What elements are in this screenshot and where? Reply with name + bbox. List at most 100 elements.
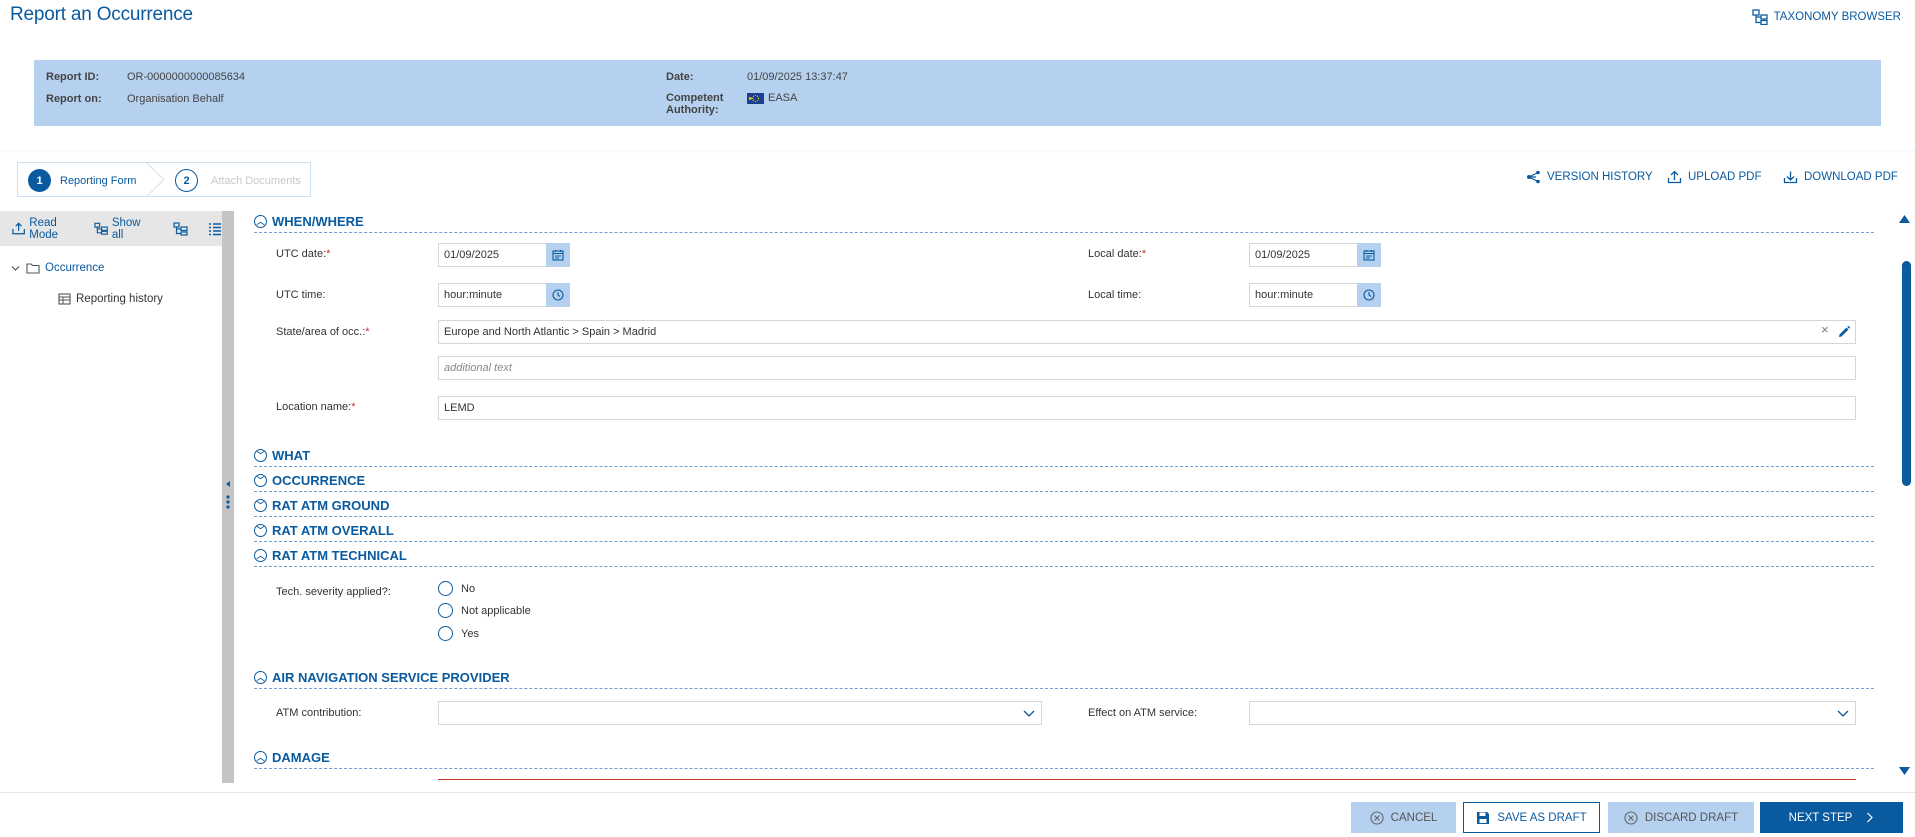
effect-atm-select[interactable] (1249, 701, 1856, 725)
chevron-down-icon: ﹀ (254, 499, 267, 512)
save-as-draft-button[interactable]: SAVE AS DRAFT (1463, 802, 1600, 833)
section-damage[interactable]: ︿ DAMAGE (254, 747, 1874, 769)
list-view-button[interactable] (208, 222, 222, 236)
chevron-up-icon: ︿ (254, 215, 267, 228)
tree-expand-button[interactable] (173, 221, 188, 236)
tree-view-icon (173, 221, 188, 236)
effect-atm-label: Effect on ATM service: (1088, 707, 1198, 719)
chevron-down-icon (1837, 710, 1849, 717)
version-history-icon (1527, 170, 1540, 184)
report-id-label: Report ID: (46, 71, 100, 83)
edit-pencil-icon[interactable] (1837, 325, 1851, 339)
additional-text-input[interactable]: additional text (438, 356, 1856, 380)
clock-icon (552, 289, 564, 301)
download-pdf-label: DOWNLOAD PDF (1804, 171, 1898, 183)
utc-time-input[interactable]: hour:minute (438, 283, 547, 307)
step-reporting-form[interactable]: 1 Reporting Form (28, 169, 136, 192)
atm-contribution-label: ATM contribution: (276, 707, 362, 719)
date-label: Date: (666, 71, 694, 83)
download-pdf-button[interactable]: DOWNLOAD PDF (1783, 170, 1898, 184)
cancel-circle-icon (1370, 810, 1384, 825)
page-title: Report an Occurrence (10, 4, 193, 25)
state-area-input[interactable]: Europe and North Atlantic > Spain > Madr… (438, 320, 1856, 344)
chevron-down-icon: ﹀ (254, 449, 267, 462)
next-step-button[interactable]: NEXT STEP (1760, 802, 1903, 833)
upload-icon (1667, 170, 1682, 184)
clock-icon (1363, 289, 1375, 301)
clear-icon[interactable]: × (1821, 322, 1829, 337)
show-all-button[interactable]: Show all (94, 217, 153, 241)
taxonomy-browser-button[interactable]: TAXONOMY BROWSER (1751, 9, 1901, 25)
state-area-label: State/area of occ.:* (276, 326, 370, 338)
table-icon (58, 293, 71, 305)
damage-field-partial[interactable] (438, 779, 1856, 783)
list-view-icon (209, 222, 221, 235)
taxonomy-tree-icon (1751, 9, 1768, 25)
authority-label: Competent Authority: (666, 92, 724, 116)
radio-no[interactable]: No (438, 581, 475, 596)
section-occurrence[interactable]: ﹀ OCCURRENCE (254, 470, 1874, 492)
wizard-stepper: 1 Reporting Form 2 Attach Documents (17, 162, 311, 197)
calendar-icon (1363, 250, 1375, 261)
version-history-label: VERSION HISTORY (1547, 171, 1653, 183)
section-ansp[interactable]: ︿ AIR NAVIGATION SERVICE PROVIDER (254, 667, 1874, 689)
utc-time-picker-button[interactable] (546, 283, 570, 307)
utc-date-input[interactable]: 01/09/2025 (438, 243, 547, 267)
chevron-down-icon: ﹀ (254, 474, 267, 487)
radio-circle[interactable] (438, 603, 453, 618)
report-id-value: OR-0000000000085634 (127, 71, 246, 83)
step1-number: 1 (28, 169, 51, 192)
radio-circle[interactable] (438, 626, 453, 641)
local-time-label: Local time: (1088, 289, 1142, 301)
tree-item-reporting-history[interactable]: Reporting history (58, 293, 163, 305)
scroll-up-icon[interactable] (1899, 215, 1910, 223)
form-scrollbar[interactable] (1895, 211, 1913, 783)
chevron-up-icon: ︿ (254, 751, 267, 764)
chevron-down-icon (1023, 710, 1035, 717)
radio-circle[interactable] (438, 581, 453, 596)
version-history-button[interactable]: VERSION HISTORY (1526, 170, 1653, 184)
scroll-down-icon[interactable] (1899, 767, 1910, 775)
radio-yes[interactable]: Yes (438, 626, 479, 641)
local-date-picker-button[interactable] (1357, 243, 1381, 267)
local-time-picker-button[interactable] (1357, 283, 1381, 307)
location-name-input[interactable]: LEMD (438, 396, 1856, 420)
save-floppy-icon (1477, 811, 1490, 824)
report-on-label: Report on: (46, 93, 102, 105)
folder-icon (26, 263, 40, 274)
section-rat-atm-overall[interactable]: ﹀ RAT ATM OVERALL (254, 520, 1874, 542)
taxonomy-browser-label: TAXONOMY BROWSER (1773, 11, 1901, 23)
section-rat-atm-ground[interactable]: ﹀ RAT ATM GROUND (254, 495, 1874, 517)
form-area: ︿ WHEN/WHERE UTC date:* 01/09/2025 Local… (238, 211, 1878, 783)
scrollbar-thumb[interactable] (1902, 261, 1911, 486)
header-separator (0, 150, 1915, 154)
section-rat-atm-technical[interactable]: ︿ RAT ATM TECHNICAL (254, 545, 1874, 567)
section-what[interactable]: ﹀ WHAT (254, 445, 1874, 467)
bottom-action-bar: CANCEL SAVE AS DRAFT DISCARD DRAFT NEXT … (0, 792, 1915, 837)
utc-time-label: UTC time: (276, 289, 326, 301)
atm-contribution-select[interactable] (438, 701, 1042, 725)
tree-item-occurrence[interactable]: Occurrence (10, 262, 104, 274)
radio-not-applicable[interactable]: Not applicable (438, 603, 531, 618)
show-all-tree-icon (94, 222, 108, 235)
chevron-up-icon: ︿ (254, 549, 267, 562)
calendar-icon (552, 250, 564, 261)
read-mode-icon (12, 222, 25, 235)
utc-date-picker-button[interactable] (546, 243, 570, 267)
tech-severity-label: Tech. severity applied?: (276, 586, 391, 598)
discard-draft-button[interactable]: DISCARD DRAFT (1608, 802, 1754, 833)
read-mode-button[interactable]: Read Mode (12, 217, 86, 241)
sidebar-splitter[interactable] (222, 211, 234, 783)
location-name-label: Location name:* (276, 401, 356, 413)
step2-label: Attach Documents (211, 174, 301, 187)
cancel-button[interactable]: CANCEL (1351, 802, 1456, 833)
local-time-input[interactable]: hour:minute (1249, 283, 1358, 307)
section-when-where[interactable]: ︿ WHEN/WHERE (254, 211, 1874, 233)
eu-flag-icon (747, 92, 764, 104)
report-info-panel: Report ID: OR-0000000000085634 Report on… (34, 60, 1881, 126)
local-date-input[interactable]: 01/09/2025 (1249, 243, 1358, 267)
step-attach-documents[interactable]: 2 Attach Documents (175, 169, 301, 192)
collapse-arrow-icon (226, 481, 230, 487)
upload-pdf-button[interactable]: UPLOAD PDF (1667, 170, 1762, 184)
chevron-down-icon (11, 265, 20, 271)
